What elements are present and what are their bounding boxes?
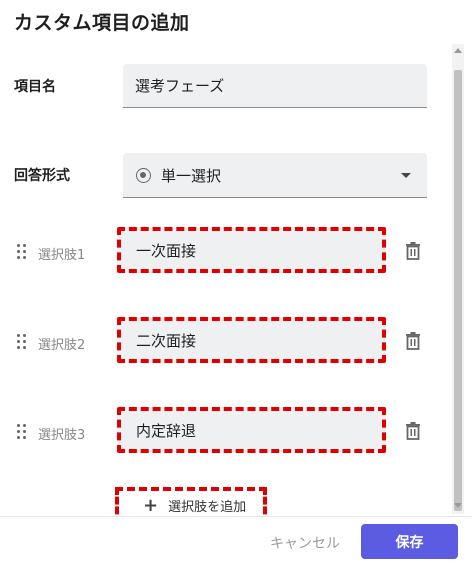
option-value: 一次面接 (136, 241, 197, 260)
answer-format-label: 回答形式 (14, 168, 70, 184)
answer-format-value: 単一選択 (161, 166, 222, 185)
dialog-footer: キャンセル 保存 (0, 516, 472, 563)
radio-icon (136, 167, 151, 183)
option-input[interactable]: 内定辞退 (117, 407, 386, 453)
option-label: 選択肢3 (38, 428, 86, 443)
scrollbar[interactable] (452, 44, 464, 514)
option-value: 二次面接 (136, 331, 197, 350)
trash-icon[interactable] (405, 242, 421, 260)
answer-format-select[interactable]: 単一選択 (123, 153, 427, 198)
option-input[interactable]: 一次面接 (117, 227, 386, 273)
trash-icon[interactable] (405, 332, 421, 350)
item-name-label: 項目名 (14, 79, 56, 95)
drag-handle-icon[interactable] (17, 334, 27, 350)
plus-icon: + (143, 495, 159, 516)
drag-handle-icon[interactable] (17, 244, 27, 260)
trash-icon[interactable] (405, 422, 421, 440)
save-button[interactable]: 保存 (361, 524, 458, 559)
add-option-label: 選択肢を追加 (168, 500, 247, 515)
option-label: 選択肢2 (38, 338, 86, 353)
chevron-down-icon (401, 173, 411, 178)
drag-handle-icon[interactable] (17, 424, 27, 440)
scrollbar-thumb[interactable] (454, 70, 462, 511)
scroll-down-icon[interactable] (454, 503, 462, 508)
option-value: 内定辞退 (136, 421, 197, 440)
item-name-value: 選考フェーズ (135, 77, 225, 95)
dialog-title: カスタム項目の追加 (14, 12, 190, 34)
option-input[interactable]: 二次面接 (117, 317, 386, 363)
scroll-up-icon[interactable] (454, 48, 462, 53)
item-name-input[interactable]: 選考フェーズ (123, 64, 427, 108)
cancel-button[interactable]: キャンセル (270, 533, 340, 553)
option-label: 選択肢1 (38, 248, 86, 263)
